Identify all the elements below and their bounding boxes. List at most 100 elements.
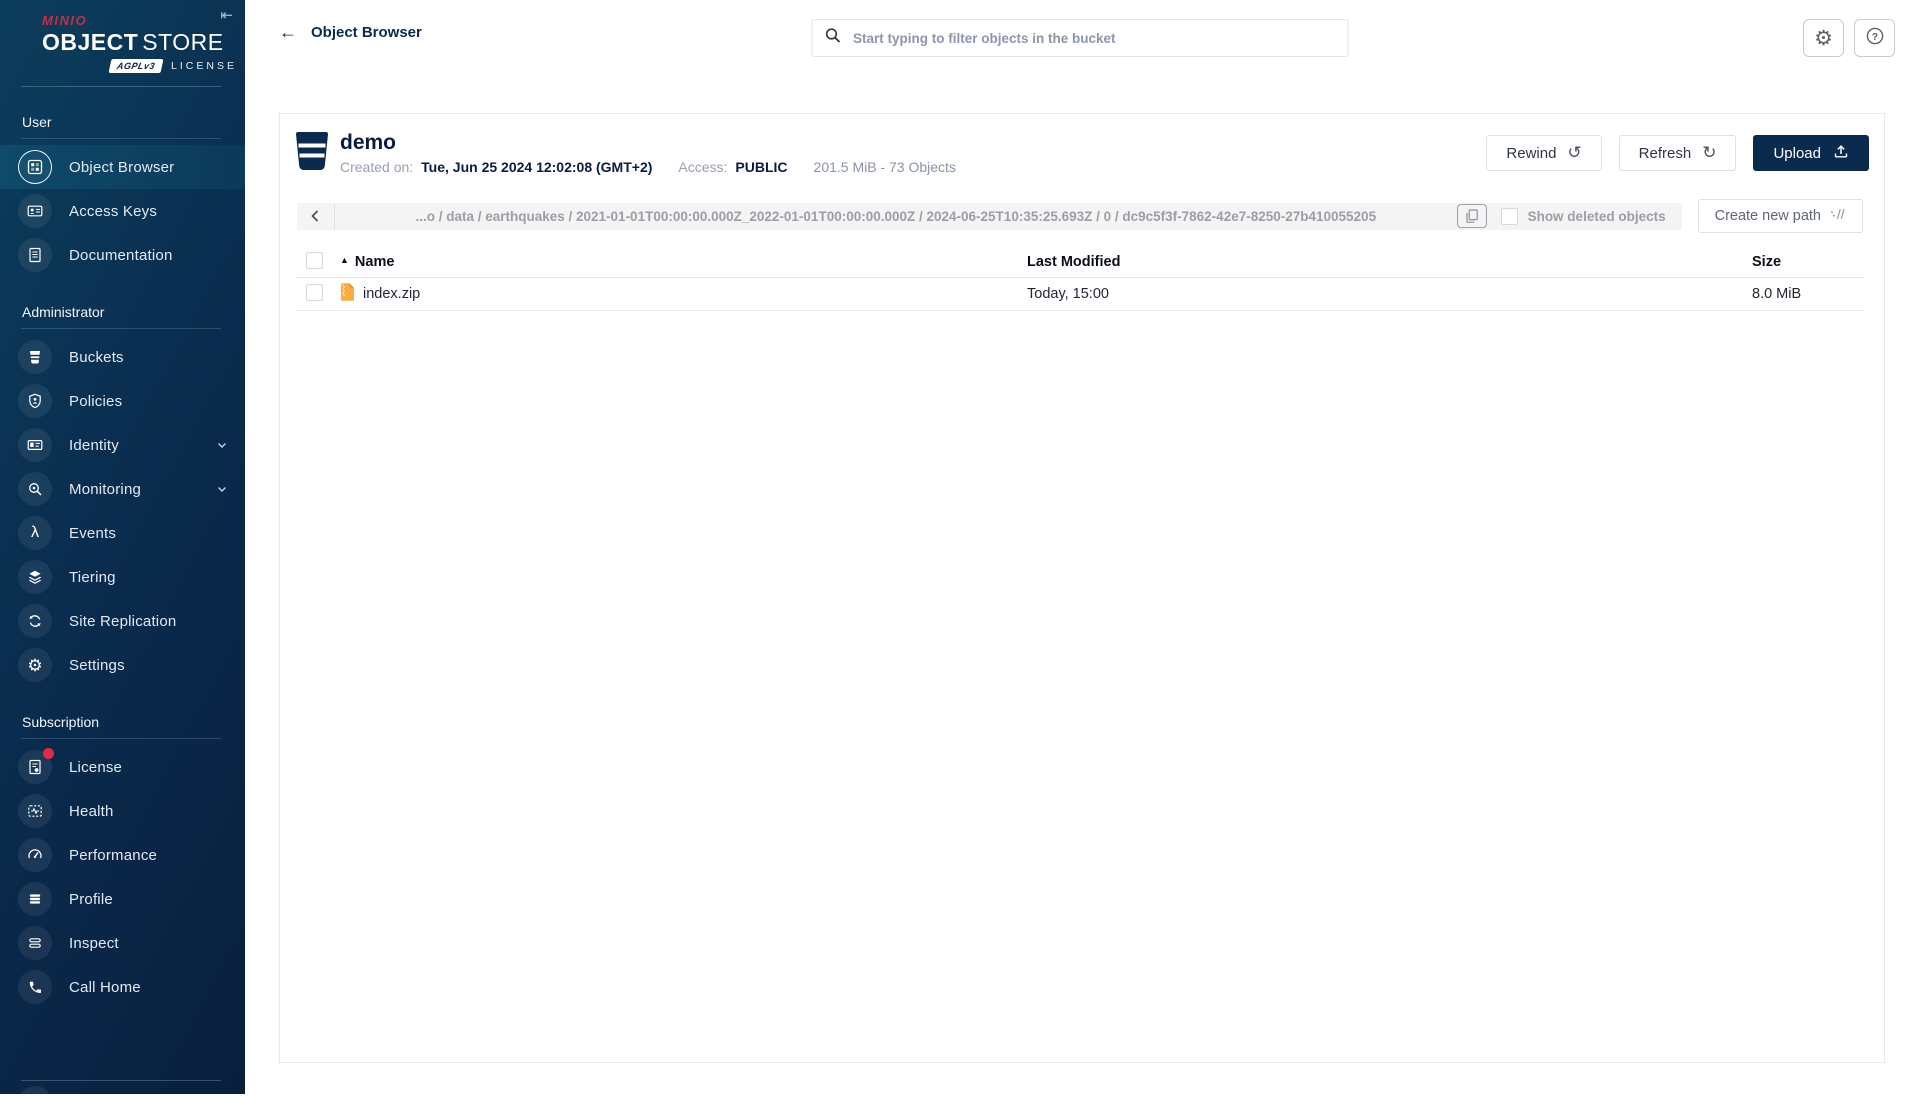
sort-ascending-icon: ▲ <box>340 255 349 265</box>
objects-table: ▲ Name Last Modified Size index.zip Today… <box>296 247 1864 311</box>
brand-name: MINIO <box>42 13 88 28</box>
object-name[interactable]: index.zip <box>363 286 420 302</box>
help-button[interactable]: ? <box>1854 19 1895 57</box>
section-label-administrator: Administrator <box>22 304 105 320</box>
sidebar-item-documentation[interactable]: Documentation <box>0 233 245 277</box>
sidebar-item-site-replication[interactable]: Site Replication <box>0 599 245 643</box>
access-value: PUBLIC <box>735 159 788 175</box>
show-deleted-checkbox[interactable] <box>1500 207 1518 225</box>
copy-path-button[interactable] <box>1456 204 1487 228</box>
path-row: ...o / data / earthquakes / 2021-01-01T0… <box>297 199 1863 233</box>
settings-gear-icon: ⚙ <box>18 648 52 682</box>
agpl-badge: AGPLv3 <box>108 59 164 73</box>
sidebar-item-tiering[interactable]: Tiering <box>0 555 245 599</box>
sidebar-item-profile[interactable]: Profile <box>0 877 245 921</box>
performance-gauge-icon <box>18 838 52 872</box>
upload-button[interactable]: Upload <box>1753 135 1869 171</box>
create-new-path-button[interactable]: Create new path <box>1697 199 1863 233</box>
refresh-icon: ↻ <box>1702 143 1717 162</box>
gear-icon: ⚙ <box>1814 26 1833 50</box>
bucket-meta: Created on: Tue, Jun 25 2024 12:02:08 (G… <box>340 159 956 175</box>
object-size: 8.0 MiB <box>1752 286 1802 302</box>
created-value: Tue, Jun 25 2024 12:02:08 (GMT+2) <box>421 159 653 175</box>
back-navigation[interactable]: ← Object Browser <box>279 23 422 41</box>
sidebar-item-access-keys[interactable]: Access Keys <box>0 189 245 233</box>
table-header-row: ▲ Name Last Modified Size <box>296 247 1864 278</box>
page-title: Object Browser <box>311 23 422 41</box>
divider <box>21 138 221 139</box>
monitoring-icon <box>18 472 52 506</box>
help-icon: ? <box>1865 26 1885 51</box>
sidebar-item-inspect[interactable]: Inspect <box>0 921 245 965</box>
sidebar-item-health[interactable]: Health <box>0 789 245 833</box>
divider <box>21 1080 221 1081</box>
search-icon <box>824 27 841 49</box>
identity-icon <box>18 428 52 462</box>
bucket-usage: 201.5 MiB - 73 Objects <box>813 159 956 175</box>
current-path-bar: ...o / data / earthquakes / 2021-01-01T0… <box>297 202 1682 230</box>
sidebar-collapse-icon[interactable]: ⇤ <box>220 6 233 24</box>
sidebar-item-events[interactable]: λ Events <box>0 511 245 555</box>
show-deleted-label: Show deleted objects <box>1527 208 1666 224</box>
object-browser-icon <box>18 150 52 184</box>
documentation-icon <box>18 238 52 272</box>
inspect-icon <box>18 926 52 960</box>
back-arrow-icon[interactable]: ← <box>279 23 297 41</box>
chevron-down-icon[interactable] <box>215 438 229 452</box>
divider <box>21 738 221 739</box>
events-lambda-icon: λ <box>18 516 52 550</box>
sidebar-item-buckets[interactable]: Buckets <box>0 335 245 379</box>
breadcrumb[interactable]: ...o / data / earthquakes / 2021-01-01T0… <box>335 209 1457 224</box>
settings-gear-button[interactable]: ⚙ <box>1803 19 1844 57</box>
refresh-button[interactable]: Refresh ↻ <box>1618 135 1737 171</box>
rewind-icon: ↺ <box>1567 143 1582 162</box>
tiering-layers-icon <box>18 560 52 594</box>
path-back-button[interactable] <box>297 202 335 230</box>
divider <box>21 328 221 329</box>
select-all-checkbox[interactable] <box>306 251 323 269</box>
section-label-user: User <box>22 114 52 130</box>
sidebar: ⇤ MINIO OBJECT STORE AGPLv3 LICENSE User … <box>0 0 245 1120</box>
sidebar-item-identity[interactable]: Identity <box>0 423 245 467</box>
section-label-subscription: Subscription <box>22 714 100 730</box>
sidebar-item-object-browser[interactable]: Object Browser <box>0 145 245 189</box>
column-header-name[interactable]: ▲ Name <box>340 254 1027 270</box>
upload-icon <box>1833 143 1849 163</box>
call-home-phone-icon <box>18 970 52 1004</box>
sidebar-bottom-icon <box>18 1086 52 1120</box>
table-row[interactable]: index.zip Today, 15:00 8.0 MiB <box>296 278 1864 311</box>
license-word: LICENSE <box>171 60 237 72</box>
profile-icon <box>18 882 52 916</box>
access-label: Access: <box>678 159 728 175</box>
column-header-size[interactable]: Size <box>1752 254 1864 270</box>
license-icon <box>18 748 54 784</box>
sidebar-item-settings[interactable]: ⚙ Settings <box>0 643 245 687</box>
app-logo: MINIO OBJECT STORE AGPLv3 LICENSE <box>0 0 245 73</box>
product-name-bold: OBJECT <box>42 29 139 55</box>
health-icon <box>18 794 52 828</box>
topbar: ← Object Browser ⚙ ? <box>245 0 1914 64</box>
bucket-icon <box>293 130 331 177</box>
new-path-icon <box>1829 206 1846 226</box>
object-filter-searchbox[interactable] <box>811 19 1348 57</box>
zip-file-icon <box>340 283 355 305</box>
bucket-name: demo <box>340 131 397 154</box>
sidebar-item-call-home[interactable]: Call Home <box>0 965 245 1009</box>
search-input[interactable] <box>851 29 1335 47</box>
column-header-last-modified[interactable]: Last Modified <box>1027 254 1752 270</box>
chevron-down-icon[interactable] <box>215 482 229 496</box>
sidebar-item-license[interactable]: License <box>0 745 245 789</box>
object-last-modified: Today, 15:00 <box>1027 286 1109 302</box>
rewind-button[interactable]: Rewind ↺ <box>1486 135 1602 171</box>
show-deleted-toggle: Show deleted objects <box>1500 207 1666 225</box>
created-label: Created on: <box>340 159 414 175</box>
access-keys-icon <box>18 194 52 228</box>
bucket-icon <box>18 340 52 374</box>
sidebar-item-monitoring[interactable]: Monitoring <box>0 467 245 511</box>
product-name-light: STORE <box>142 29 224 55</box>
sidebar-item-performance[interactable]: Performance <box>0 833 245 877</box>
sidebar-item-policies[interactable]: Policies <box>0 379 245 423</box>
svg-text:?: ? <box>1871 30 1877 42</box>
site-replication-icon <box>18 604 52 638</box>
row-checkbox[interactable] <box>306 283 323 301</box>
